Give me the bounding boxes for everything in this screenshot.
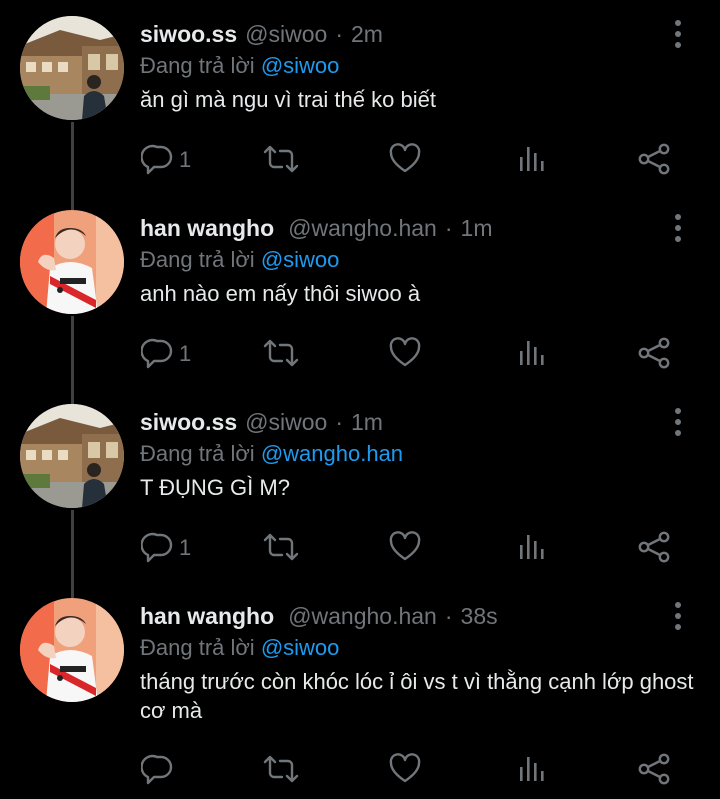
user-handle[interactable]: @siwoo xyxy=(245,409,327,435)
tweet-text: tháng trước còn khóc lóc ỉ ôi vs t vì th… xyxy=(140,669,694,723)
retweet-button[interactable] xyxy=(263,753,299,787)
share-button[interactable] xyxy=(638,143,670,177)
display-name[interactable]: han wangho xyxy=(140,603,274,629)
avatar[interactable] xyxy=(20,16,124,120)
mention-link[interactable]: @wangho.han xyxy=(261,441,403,466)
replying-to-label: Đang trả lời xyxy=(140,53,255,78)
action-bar: 1 xyxy=(0,143,720,177)
reply-count: 1 xyxy=(179,341,192,366)
user-handle[interactable]: @wangho.han xyxy=(288,215,437,241)
separator-dot: · xyxy=(444,215,453,241)
tweet-text: ăn gì mà ngu vì trai thế ko biết xyxy=(140,87,436,112)
action-bar: 1 xyxy=(0,531,720,565)
share-button[interactable] xyxy=(638,337,670,371)
tweet-header: han wangho @wangho.han · 1m xyxy=(140,214,492,242)
avatar[interactable] xyxy=(20,598,124,702)
retweet-button[interactable] xyxy=(263,531,299,565)
more-options-icon[interactable] xyxy=(664,18,692,50)
more-options-icon[interactable] xyxy=(664,212,692,244)
separator-dot: · xyxy=(335,409,343,435)
reply-count: 1 xyxy=(179,535,192,560)
like-button[interactable] xyxy=(389,337,421,371)
replying-to: Đang trả lời @siwoo xyxy=(140,634,339,662)
separator-dot: · xyxy=(444,603,453,629)
mention-link[interactable]: @siwoo xyxy=(261,53,340,78)
like-button[interactable] xyxy=(389,753,421,787)
mention-link[interactable]: @siwoo xyxy=(261,635,340,660)
timestamp[interactable]: 2m xyxy=(351,21,383,47)
timestamp[interactable]: 38s xyxy=(461,603,498,629)
reply-thread: siwoo.ss @siwoo · 2m Đang trả lời @siwoo ăn… xyxy=(0,0,720,799)
separator-dot: · xyxy=(335,21,343,47)
reply-button[interactable]: 1 xyxy=(141,337,191,371)
replying-to: Đang trả lời @siwoo xyxy=(140,246,339,274)
replying-to: Đang trả lời @siwoo xyxy=(140,52,339,80)
analytics-button[interactable] xyxy=(517,337,547,371)
tweet-header: han wangho @wangho.han · 38s xyxy=(140,602,498,630)
user-handle[interactable]: @siwoo xyxy=(245,21,327,47)
replying-to-label: Đang trả lời xyxy=(140,247,255,272)
tweet-header: siwoo.ss @siwoo · 1m xyxy=(140,408,383,436)
action-bar xyxy=(0,753,720,787)
reply-button[interactable]: 1 xyxy=(141,531,191,565)
timestamp[interactable]: 1m xyxy=(351,409,383,435)
like-button[interactable] xyxy=(389,531,421,565)
display-name[interactable]: han wangho xyxy=(140,215,274,241)
analytics-button[interactable] xyxy=(517,753,547,787)
reply-button[interactable]: 1 xyxy=(141,143,191,177)
display-name[interactable]: siwoo.ss xyxy=(140,409,237,435)
share-button[interactable] xyxy=(638,753,670,787)
tweet-text: T ĐỤNG GÌ M? xyxy=(140,475,290,500)
reply-button[interactable] xyxy=(141,753,179,787)
analytics-button[interactable] xyxy=(517,143,547,177)
replying-to-label: Đang trả lời xyxy=(140,441,255,466)
user-handle[interactable]: @wangho.han xyxy=(288,603,437,629)
avatar[interactable] xyxy=(20,404,124,508)
share-button[interactable] xyxy=(638,531,670,565)
retweet-button[interactable] xyxy=(263,143,299,177)
avatar[interactable] xyxy=(20,210,124,314)
replying-to-label: Đang trả lời xyxy=(140,635,255,660)
tweet-header: siwoo.ss @siwoo · 2m xyxy=(140,20,383,48)
action-bar: 1 xyxy=(0,337,720,371)
tweet-text: anh nào em nấy thôi siwoo à xyxy=(140,281,421,306)
like-button[interactable] xyxy=(389,143,421,177)
more-options-icon[interactable] xyxy=(664,600,692,632)
mention-link[interactable]: @siwoo xyxy=(261,247,340,272)
more-options-icon[interactable] xyxy=(664,406,692,438)
display-name[interactable]: siwoo.ss xyxy=(140,21,237,47)
reply-count: 1 xyxy=(179,147,192,172)
timestamp[interactable]: 1m xyxy=(461,215,493,241)
retweet-button[interactable] xyxy=(263,337,299,371)
analytics-button[interactable] xyxy=(517,531,547,565)
replying-to: Đang trả lời @wangho.han xyxy=(140,440,403,468)
